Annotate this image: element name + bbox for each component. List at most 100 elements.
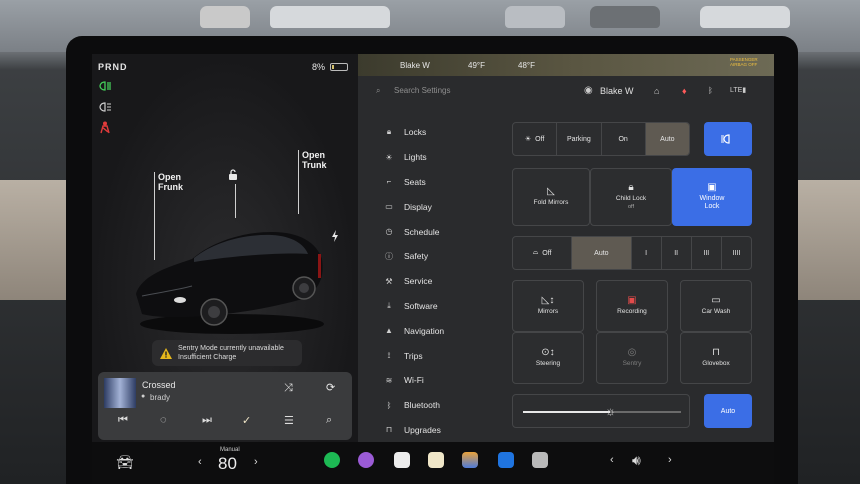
window-lock-button[interactable]: ▣ Window Lock — [672, 168, 752, 226]
wiper-speed-1[interactable]: I — [632, 237, 662, 269]
car-status-panel: PRND 8% Open Frunk Open Trunk Sentry Mod… — [92, 54, 358, 442]
podcast-icon[interactable] — [358, 452, 374, 468]
wiper-speed-3-label: III — [703, 249, 710, 257]
sentry-icon: ◎ — [627, 346, 637, 358]
car-icon[interactable]: 🚘︎ — [116, 454, 134, 471]
sun-icon: ☀ — [385, 152, 393, 162]
more-apps-icon[interactable] — [394, 452, 410, 468]
menu-item-label: Locks — [404, 127, 427, 138]
bottom-dock: 🚘︎ ‹ Manual 80 › ‹ 🔊︎ › — [92, 442, 774, 484]
spotify-icon[interactable] — [324, 452, 340, 468]
previous-track-icon[interactable]: ⏮ — [118, 414, 128, 427]
car-wash-button[interactable]: ▭ Car Wash — [680, 280, 752, 332]
steering-button[interactable]: ⊙↕ Steering — [512, 332, 584, 384]
brightness-slider[interactable]: ☼ — [512, 394, 690, 428]
menu-item-trips[interactable]: ⟟ Trips — [380, 343, 444, 368]
bluetooth-status-icon: ᛒ — [708, 86, 713, 95]
auto-high-beam-button[interactable] — [704, 122, 752, 156]
open-frunk-button[interactable]: Open Frunk — [158, 172, 183, 192]
wiper-speed-4[interactable]: IIII — [722, 237, 751, 269]
user-avatar-icon[interactable]: ◉ — [584, 85, 593, 96]
temp-decrease-icon[interactable]: ‹ — [198, 456, 202, 468]
menu-item-label: Lights — [404, 152, 427, 163]
warning-icon — [160, 347, 172, 359]
next-track-icon[interactable]: ⏭ — [202, 414, 212, 427]
lights-parking-option[interactable]: Parking — [557, 123, 602, 155]
calendar-icon[interactable] — [532, 452, 548, 468]
volume-increase-icon[interactable]: › — [668, 454, 672, 466]
fold-mirrors-button[interactable]: ◺ Fold Mirrors — [512, 168, 590, 226]
brightness-auto-button[interactable]: Auto — [704, 394, 752, 428]
wiper-speed-3[interactable]: III — [692, 237, 722, 269]
headlight-mode-group: ☀ Off Parking On Auto — [512, 122, 690, 156]
wiper-speed-2[interactable]: II — [662, 237, 692, 269]
alert-bell-icon[interactable]: ♦ — [682, 86, 687, 96]
cabin-temperature[interactable]: 80 — [218, 454, 237, 474]
wiper-off-label: Off — [542, 249, 552, 257]
bluetooth-app-icon[interactable] — [498, 452, 514, 468]
lights-auto-option[interactable]: Auto — [645, 123, 689, 155]
search-icon[interactable]: ⌕ — [376, 86, 380, 96]
menu-item-schedule[interactable]: ◷ Schedule — [380, 219, 444, 244]
lock-icon: 🔒︎ — [386, 127, 392, 137]
settings-panel: Blake W 49°F 48°F PASSENGER AIRBAG OFF ⌕… — [358, 54, 774, 442]
wiper-auto-option[interactable]: Auto — [572, 237, 632, 269]
menu-item-wi-fi[interactable]: ≋ Wi-Fi — [380, 368, 444, 393]
album-art[interactable] — [104, 378, 136, 408]
car-wash-icon: ▭ — [711, 294, 721, 306]
wrench-icon: ⚒ — [385, 276, 393, 286]
games-icon[interactable] — [462, 452, 478, 468]
menu-item-label: Seats — [404, 176, 426, 187]
search-input[interactable]: Search Settings — [394, 86, 450, 95]
menu-item-locks[interactable]: 🔒︎ Locks — [380, 120, 444, 145]
glovebox-button[interactable]: ⊓ Glovebox — [680, 332, 752, 384]
gear-selector: PRND — [98, 62, 128, 72]
scene: PRND 8% Open Frunk Open Trunk Sentry Mod… — [0, 0, 860, 484]
home-icon[interactable]: ⌂ — [654, 86, 659, 96]
menu-item-software[interactable]: ⤓ Software — [380, 294, 444, 319]
menu-item-label: Schedule — [404, 226, 440, 237]
favorite-check-icon[interactable]: ✓ — [242, 414, 251, 427]
menu-item-bluetooth[interactable]: ᛒ Bluetooth — [380, 393, 444, 418]
lights-on-option[interactable]: On — [602, 123, 646, 155]
bluetooth-icon: ᛒ — [386, 400, 392, 410]
menu-item-navigation[interactable]: ▲ Navigation — [380, 318, 444, 343]
menu-item-seats[interactable]: ⌐ Seats — [380, 170, 444, 195]
wiper-icon: ⌓ — [532, 249, 539, 256]
media-search-icon[interactable]: ⌕ — [326, 414, 332, 427]
window-lock-label: Window Lock — [699, 194, 725, 210]
menu-item-display[interactable]: ▭ Display — [380, 194, 444, 219]
child-lock-state: off — [627, 203, 634, 210]
equalizer-icon[interactable]: ☰ — [284, 414, 294, 427]
download-icon: ⤓ — [387, 300, 391, 310]
toybox-icon[interactable] — [428, 452, 444, 468]
recording-button[interactable]: ▣ Recording — [596, 280, 668, 332]
menu-item-safety[interactable]: ⓘ Safety — [380, 244, 444, 269]
volume-icon[interactable]: 🔊︎ — [632, 452, 641, 469]
shuffle-icon[interactable]: ⤨ — [284, 382, 293, 395]
dashcam-icon: ▣ — [627, 294, 637, 306]
menu-item-lights[interactable]: ☀ Lights — [380, 145, 444, 170]
menu-item-label: Software — [404, 300, 438, 311]
brightness-sun-icon[interactable]: ☼ — [605, 404, 616, 418]
volume-decrease-icon[interactable]: ‹ — [610, 454, 614, 466]
menu-item-service[interactable]: ⚒ Service — [380, 269, 444, 294]
headlight-icon — [98, 80, 112, 92]
menu-item-upgrades[interactable]: ⊓ Upgrades — [380, 418, 444, 443]
mirrors-button[interactable]: ◺↕ Mirrors — [512, 280, 584, 332]
battery-percent: 8% — [312, 62, 326, 72]
temp-increase-icon[interactable]: › — [254, 456, 258, 468]
lights-off-option[interactable]: ☀ Off — [513, 123, 558, 155]
brightness-auto-label: Auto — [720, 407, 736, 415]
user-name[interactable]: Blake W — [600, 86, 634, 96]
open-trunk-button[interactable]: Open Trunk — [302, 150, 327, 170]
wiper-off-option[interactable]: ⌓ Off — [513, 237, 573, 269]
warning-subtitle: Insufficient Charge — [178, 354, 237, 361]
sentry-button[interactable]: ◎ Sentry — [596, 332, 668, 384]
recording-label: Recording — [617, 307, 647, 315]
car-lock-icon[interactable] — [226, 168, 240, 182]
repeat-icon[interactable]: ⟳ — [326, 381, 335, 394]
charge-port-icon[interactable] — [328, 228, 342, 244]
display-icon: ▭ — [385, 202, 393, 212]
child-lock-button[interactable]: 🔒︎ Child Lock off — [590, 168, 672, 226]
